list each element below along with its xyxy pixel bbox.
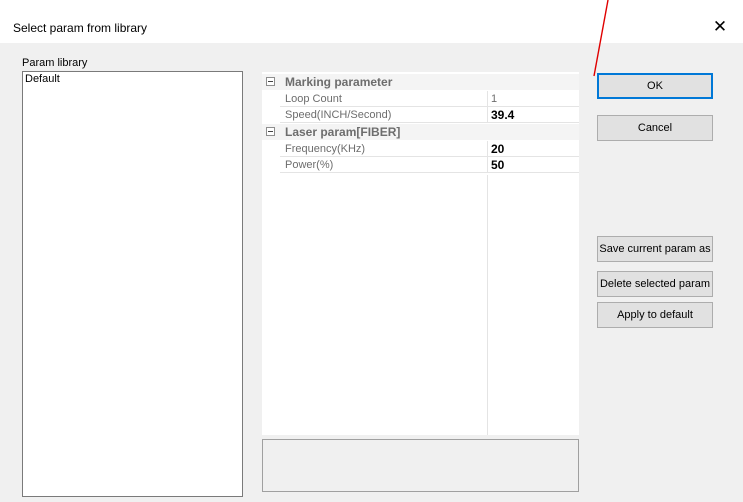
window-title: Select param from library	[13, 21, 148, 35]
description-panel	[262, 439, 579, 492]
save-current-param-button[interactable]: Save current param as	[597, 236, 713, 262]
property-row[interactable]: Frequency(KHz) 20	[262, 141, 579, 157]
property-value[interactable]: 50	[491, 158, 504, 172]
category-laser-param[interactable]: Laser param[FIBER]	[262, 124, 579, 140]
delete-selected-param-button[interactable]: Delete selected param	[597, 271, 713, 297]
property-row[interactable]: Loop Count 1	[262, 91, 579, 107]
ok-button-label: OK	[647, 80, 663, 92]
property-grid[interactable]: Marking parameter Loop Count 1 Speed(INC…	[262, 72, 579, 435]
list-item[interactable]: Default	[25, 73, 60, 85]
param-library-list[interactable]: Default	[22, 71, 243, 497]
property-name: Loop Count	[285, 93, 342, 105]
close-icon[interactable]: ✕	[697, 11, 743, 43]
param-library-label: Param library	[22, 57, 88, 69]
property-row[interactable]: Speed(INCH/Second) 39.4	[262, 107, 579, 123]
apply-to-default-button[interactable]: Apply to default	[597, 302, 713, 328]
ok-button[interactable]: OK	[597, 73, 713, 99]
property-row[interactable]: Power(%) 50	[262, 157, 579, 173]
save-current-param-label: Save current param as	[599, 243, 711, 255]
collapse-icon[interactable]	[266, 77, 275, 86]
apply-to-default-label: Apply to default	[617, 309, 693, 321]
annotation-line	[593, 0, 609, 77]
property-name: Frequency(KHz)	[285, 143, 366, 155]
property-name: Speed(INCH/Second)	[285, 109, 392, 121]
cancel-button-label: Cancel	[637, 122, 673, 134]
collapse-icon[interactable]	[266, 127, 275, 136]
category-marking-parameter[interactable]: Marking parameter	[262, 74, 579, 90]
category-name: Marking parameter	[285, 75, 393, 89]
cancel-button[interactable]: Cancel	[597, 115, 713, 141]
category-name: Laser param[FIBER]	[285, 125, 401, 139]
property-value[interactable]: 39.4	[491, 108, 514, 122]
property-value[interactable]: 1	[491, 93, 497, 105]
grid-divider	[487, 175, 488, 435]
delete-selected-param-label: Delete selected param	[599, 278, 711, 290]
property-value[interactable]: 20	[491, 142, 504, 156]
title-bar: Select param from library ✕	[0, 11, 743, 43]
property-name: Power(%)	[285, 159, 334, 171]
